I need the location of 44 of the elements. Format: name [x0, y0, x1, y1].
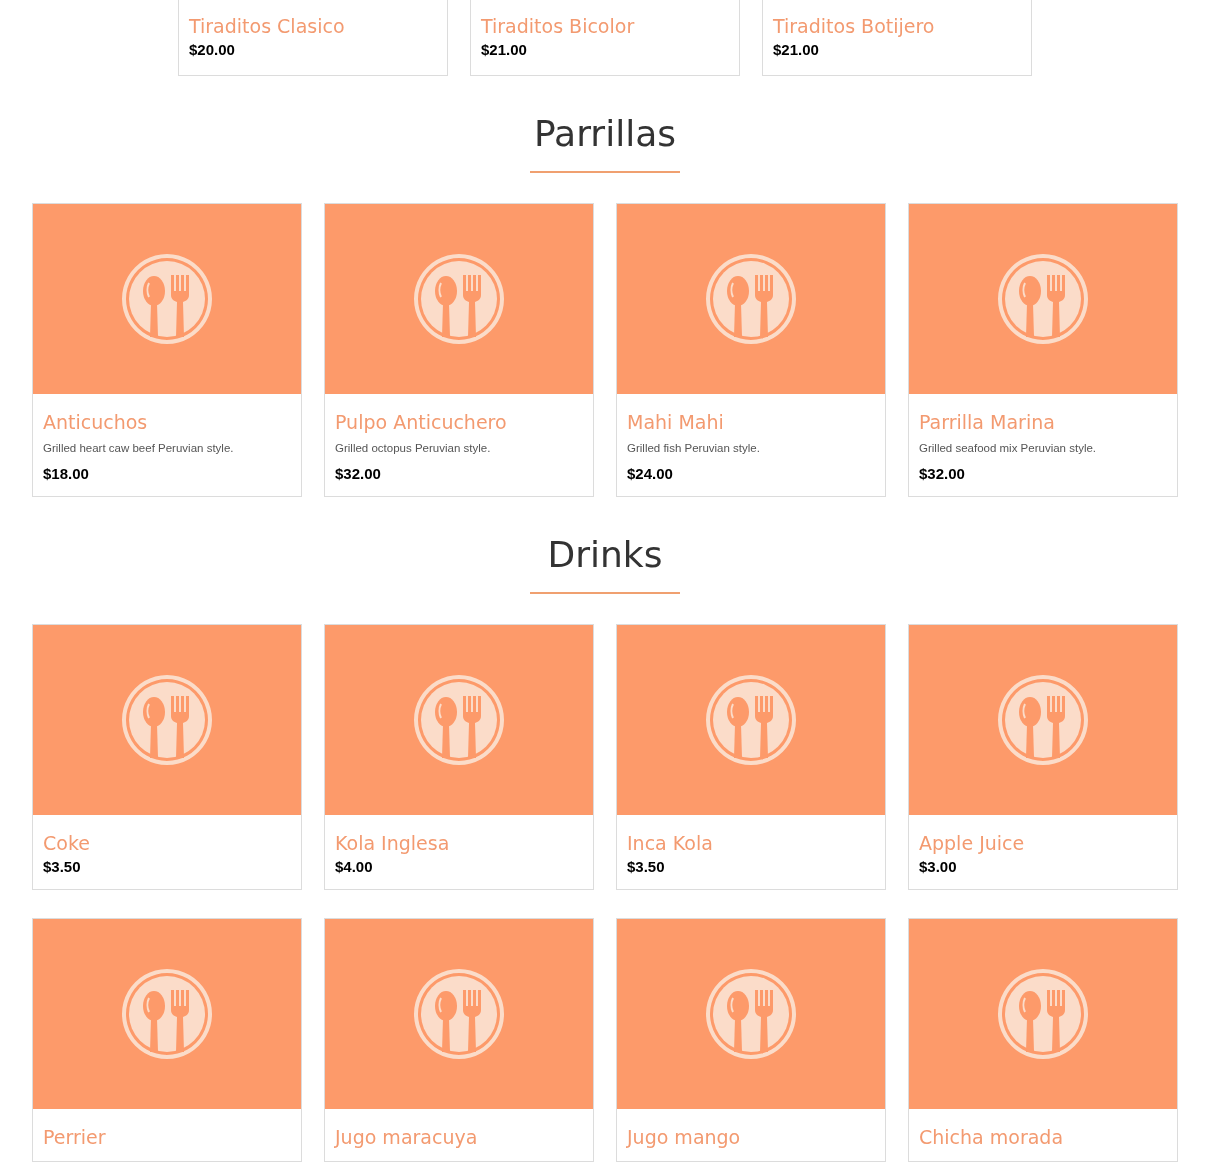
section-heading: Drinks [547, 533, 663, 577]
dish-name: Mahi Mahi [627, 410, 725, 434]
dish-name: Tiraditos Bicolor [481, 14, 636, 38]
dish-price: $18.00 [43, 464, 90, 484]
dish-name: Perrier [43, 1125, 107, 1149]
dish-name: Jugo mango [627, 1125, 742, 1149]
utensils-icon [413, 674, 505, 766]
dish-price: $4.00 [335, 857, 374, 877]
dish-name: Apple Juice [919, 831, 1026, 855]
dish-name: Jugo maracuya [335, 1125, 479, 1149]
dish-description: Grilled heart caw beef Peruvian style. [43, 441, 235, 456]
dish-name: Chicha morada [919, 1125, 1065, 1149]
section-heading: Parrillas [534, 112, 676, 156]
dish-price: $3.50 [627, 857, 666, 877]
dish-price: $32.00 [335, 464, 382, 484]
dish-name: Inca Kola [627, 831, 714, 855]
utensils-icon [705, 968, 797, 1060]
utensils-icon [997, 253, 1089, 345]
dish-name: Coke [43, 831, 91, 855]
utensils-icon [997, 968, 1089, 1060]
dish-description: Grilled octopus Peruvian style. [335, 441, 492, 456]
utensils-icon [997, 674, 1089, 766]
dish-price: $21.00 [481, 40, 528, 60]
dish-name: Anticuchos [43, 410, 149, 434]
utensils-icon [705, 253, 797, 345]
utensils-icon [413, 968, 505, 1060]
utensils-icon [121, 968, 213, 1060]
dish-description: Grilled fish Peruvian style. [627, 441, 761, 456]
dish-price: $24.00 [627, 464, 674, 484]
utensils-icon [121, 253, 213, 345]
dish-price: $32.00 [919, 464, 966, 484]
dish-name: Parrilla Marina [919, 410, 1056, 434]
utensils-icon [705, 674, 797, 766]
dish-price: $20.00 [189, 40, 236, 60]
dish-description: Grilled seafood mix Peruvian style. [919, 441, 1098, 456]
dish-price: $21.00 [773, 40, 820, 60]
utensils-icon [413, 253, 505, 345]
dish-name: Tiraditos Botijero [773, 14, 936, 38]
utensils-icon [121, 674, 213, 766]
dish-price: $3.00 [919, 857, 958, 877]
dish-name: Tiraditos Clasico [189, 14, 346, 38]
dish-price: $3.50 [43, 857, 82, 877]
dish-name: Kola Inglesa [335, 831, 451, 855]
dish-name: Pulpo Anticuchero [335, 410, 508, 434]
